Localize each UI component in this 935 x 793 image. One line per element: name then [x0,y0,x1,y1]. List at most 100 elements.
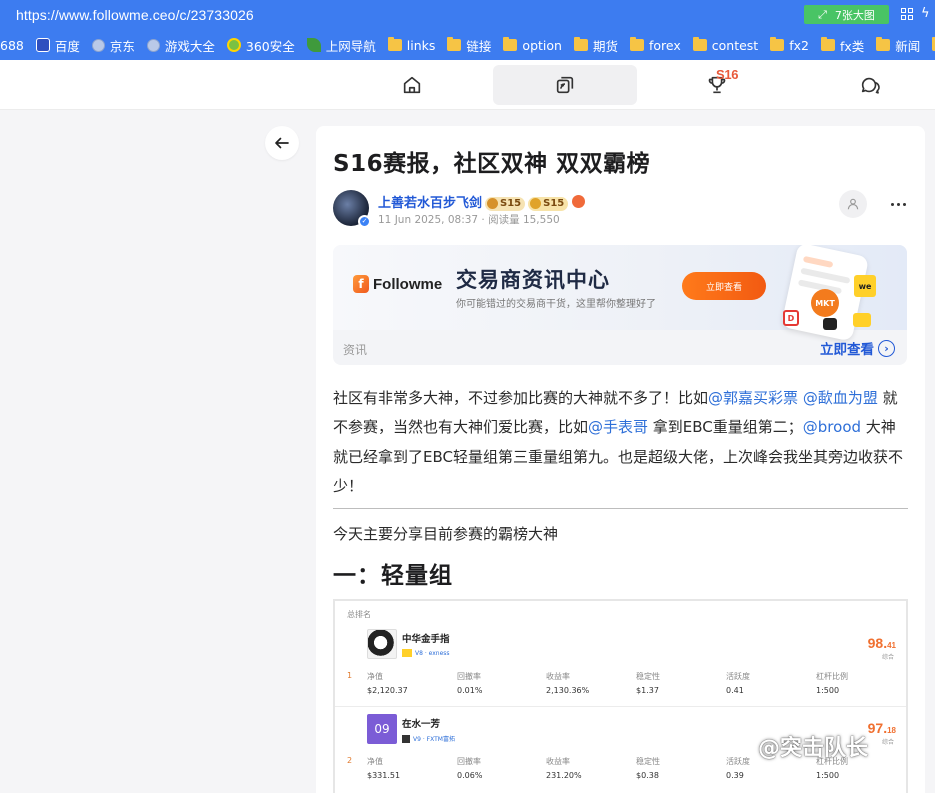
back-button[interactable] [265,126,299,160]
follow-button[interactable] [839,190,867,218]
trader-name: 在水一芳 [402,719,441,730]
level-badge-2: S15 [528,197,569,211]
folder-icon [387,37,402,51]
browser-address-bar: https://www.followme.ceo/c/23733026 ⤢ 7张… [0,0,935,30]
bookmark-folder-forex[interactable]: forex [629,37,681,53]
verified-icon: ✓ [358,215,371,228]
followme-logo-text: Followme [373,275,443,293]
stat-net-value: 净值 $331.51 [367,757,401,780]
bookmark-nav[interactable]: 上网导航 [306,36,376,55]
image-gallery-label: 7张大图 [834,8,875,22]
row-divider [335,706,906,707]
banner-view-now-label: 立即查看 [820,342,874,358]
stat-net-value: 净值 $2,120.37 [367,672,408,695]
author-name[interactable]: 上善若水百步飞剑 [378,196,482,211]
bookmark-688[interactable]: 688 [0,38,24,53]
banner-headline: 交易商资讯中心 [456,268,610,292]
article-card: S16赛报，社区双神 双双霸榜 ✓ 上善若水百步飞剑 S15 S15 11 Jun … [316,126,925,793]
banner-view-now-link[interactable]: 立即查看 › [820,338,895,358]
score-label: 综合 [881,654,894,661]
ranking-label: 总排名 [347,610,371,619]
rank-number: 1 [347,671,353,680]
author-row: ✓ 上善若水百步飞剑 S15 S15 11 Jun 2025, 08:37 · 阅读… [333,190,908,230]
trader-name: 中华金手指 [402,634,450,645]
chevron-right-icon: › [878,339,895,357]
image-gallery-button[interactable]: ⤢ 7张大图 [804,5,889,24]
article-paragraph: 社区有非常多大神，不过参加比赛的大神就不多了！比如@郭嘉买彩票 @歃血为盟 就不… [333,389,903,495]
globe-icon [91,38,105,52]
banner-cta-button[interactable]: 立即查看 [682,272,766,300]
section-heading: 一：轻量组 [333,563,453,589]
mention-link[interactable]: @手表哥 [588,418,648,436]
folder-icon [629,37,644,51]
folder-icon [876,37,891,51]
trader-tags: V8 · exness [402,649,450,657]
season-badge: S16 [716,67,739,82]
bookmark-folder-links[interactable]: links [387,37,435,53]
stat-drawdown: 回撤率 0.01% [457,672,483,695]
yellow-tile [853,313,871,327]
bookmark-folder-option[interactable]: option [503,37,562,53]
stat-stability: 稳定性 $1.37 [636,672,660,695]
followme-logo: f Followme [353,275,442,293]
bookmark-jd[interactable]: 京东 [91,36,135,55]
mention-link[interactable]: @歃血为盟 [803,389,878,407]
author-name-line: 上善若水百步飞剑 S15 S15 [378,192,586,211]
stat-stability: 稳定性 $0.38 [636,757,660,780]
baidu-icon [35,38,50,52]
bookmark-baidu[interactable]: 百度 [35,36,80,55]
rank-number: 2 [347,756,353,765]
mention-link[interactable]: @郭嘉买彩票 [708,389,798,407]
trader-avatar: 09 [367,714,397,744]
d-tile: D [783,310,799,326]
bookmark-folder-fx2[interactable]: fx2 [770,37,809,53]
intro-line: 今天主要分享目前参赛的霸榜大神 [333,525,559,543]
stat-activity: 活跃度 0.41 [726,672,750,695]
bookmark-360[interactable]: 360安全 [226,36,295,55]
globe-icon [146,38,160,52]
chat-bubble-icon [861,77,880,94]
folder-icon [447,37,462,51]
bookmark-folder-contest[interactable]: contest [692,37,758,53]
folder-icon [503,37,518,51]
score: 97.18 [867,720,896,736]
apps-grid-icon[interactable] [901,8,913,20]
ranking-screenshot: 总排名 1 中华金手指 V8 · exness 98.41 综合 净值 $2,12… [333,599,908,793]
article-title: S16赛报，社区双神 双双霸榜 [333,151,651,177]
user-icon [847,198,859,210]
watermark: @突击队长 [758,736,869,761]
mention-link[interactable]: @brood [803,418,861,436]
feed-icon [556,76,574,94]
fire-badge-icon [572,195,586,208]
ad-banner[interactable]: f Followme 交易商资讯中心 你可能错过的交易商干货，这里帮你整理好了 … [333,245,907,365]
lightning-icon[interactable]: ϟ [921,6,930,21]
bookmark-folder-news[interactable]: 新闻 [876,36,920,55]
bookmark-folder-lianjie[interactable]: 链接 [447,36,491,55]
bookmark-folder-futures[interactable]: 期货 [573,36,618,55]
mkt-tile: MKT [811,289,839,317]
stat-return: 收益率 2,130.36% [546,672,590,695]
arrow-left-icon [275,137,289,149]
followme-logo-mark: f [353,275,369,293]
360-security-icon [226,38,241,52]
nav-messages[interactable] [798,65,935,105]
score-label: 综合 [881,739,894,746]
url-field[interactable]: https://www.followme.ceo/c/23733026 [16,7,254,23]
leaf-icon [306,38,321,52]
dark-tile [823,318,837,330]
level-badge-1: S15 [485,197,526,211]
bookmark-folder-fx-class[interactable]: fx类 [820,36,864,55]
stat-return: 收益率 231.20% [546,757,582,780]
we-tile: we [854,275,876,297]
expand-icon: ⤢ [818,7,827,21]
bookmark-games[interactable]: 游戏大全 [146,36,215,55]
folder-icon [770,37,785,51]
nav-feed[interactable] [493,65,637,105]
site-navigation: S16 [0,60,935,110]
folder-icon [692,37,707,51]
more-options-button[interactable] [886,194,910,214]
author-avatar[interactable]: ✓ [333,190,371,228]
folder-icon [820,37,835,51]
nav-home[interactable] [340,65,484,105]
trader-tags: V9 · FXTM富拓 [402,734,455,743]
